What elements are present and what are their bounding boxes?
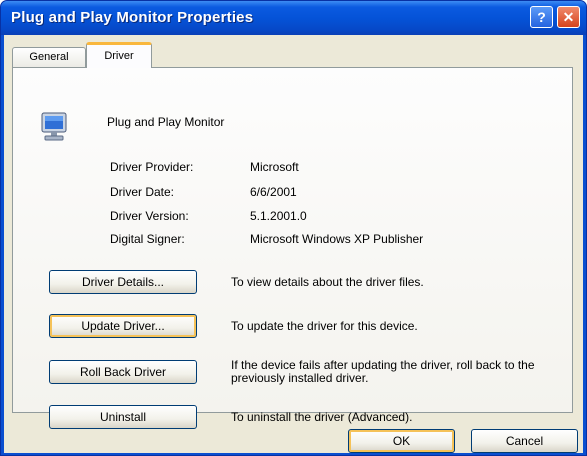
uninstall-description: To uninstall the driver (Advanced).	[231, 410, 413, 424]
uninstall-button[interactable]: Uninstall	[49, 405, 197, 429]
device-name: Plug and Play Monitor	[107, 115, 225, 129]
driver-provider-value: Microsoft	[250, 160, 299, 174]
driver-version-value: 5.1.2001.0	[250, 209, 307, 223]
title-bar[interactable]: Plug and Play Monitor Properties ? ✕	[1, 1, 586, 35]
driver-date-value: 6/6/2001	[250, 185, 297, 199]
driver-version-label: Driver Version:	[110, 209, 189, 223]
cancel-button[interactable]: Cancel	[471, 429, 578, 453]
tab-driver[interactable]: Driver	[86, 42, 152, 68]
driver-details-description: To view details about the driver files.	[231, 275, 424, 289]
help-button[interactable]: ?	[530, 6, 553, 28]
update-driver-description: To update the driver for this device.	[231, 319, 418, 333]
help-icon: ?	[537, 9, 546, 25]
driver-date-label: Driver Date:	[110, 185, 175, 199]
digital-signer-value: Microsoft Windows XP Publisher	[250, 232, 424, 246]
driver-provider-label: Driver Provider:	[110, 160, 194, 174]
tab-panel-driver: Plug and Play Monitor Driver Provider: M…	[12, 67, 573, 429]
dialog-client-area: General Driver Plug and Play Monitor Dri…	[4, 35, 583, 453]
close-icon: ✕	[562, 9, 575, 25]
ok-button[interactable]: OK	[348, 429, 455, 453]
close-button[interactable]: ✕	[557, 6, 580, 28]
monitor-icon	[41, 112, 67, 141]
roll-back-driver-description: If the device fails after updating the d…	[231, 358, 535, 385]
update-driver-button[interactable]: Update Driver...	[49, 314, 197, 338]
roll-back-driver-button[interactable]: Roll Back Driver	[49, 360, 197, 384]
digital-signer-label: Digital Signer:	[110, 232, 185, 246]
tab-general[interactable]: General	[12, 47, 86, 67]
properties-window: Plug and Play Monitor Properties ? ✕ Gen…	[0, 0, 587, 456]
driver-details-button[interactable]: Driver Details...	[49, 270, 197, 294]
window-title: Plug and Play Monitor Properties	[11, 9, 254, 26]
